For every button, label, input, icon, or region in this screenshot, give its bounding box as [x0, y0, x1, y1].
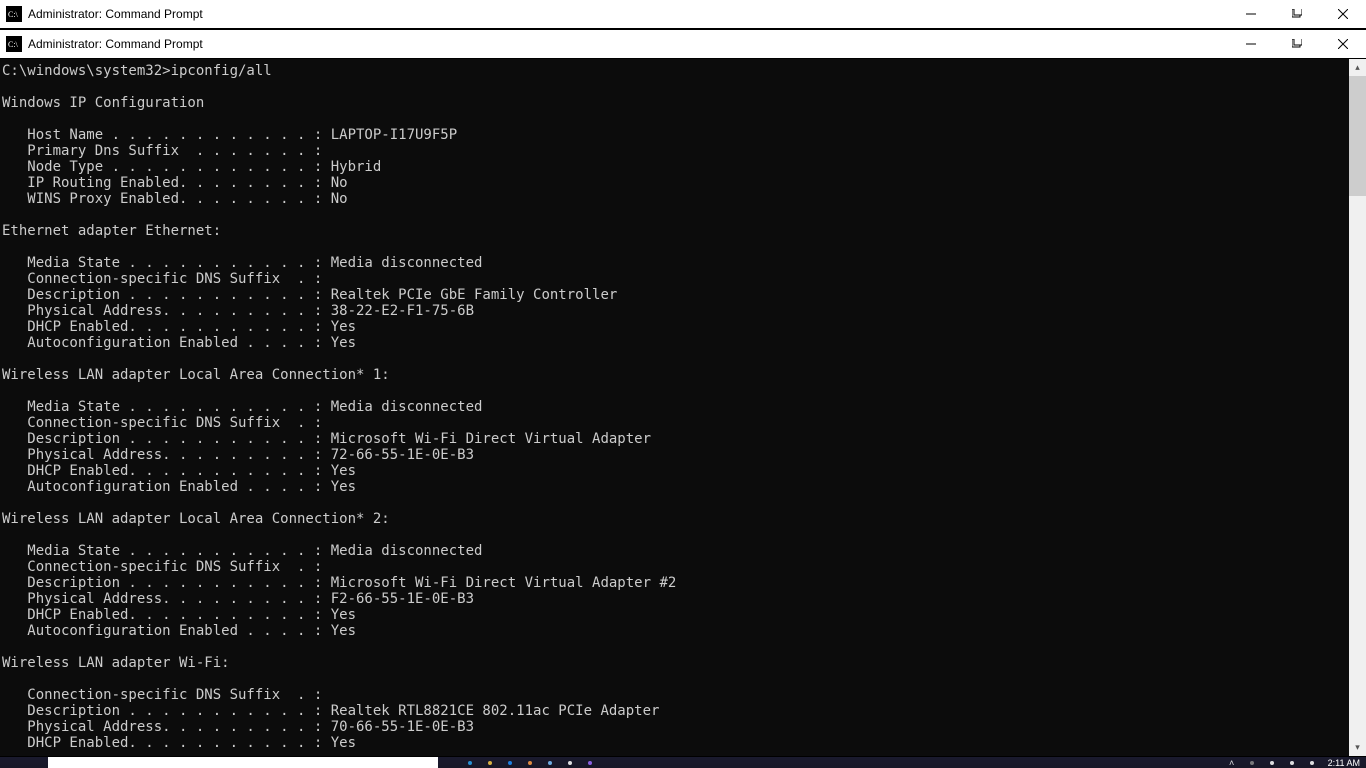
- taskbar[interactable]: ˄ 2:11 AM: [0, 757, 1366, 768]
- system-tray[interactable]: ˄ 2:11 AM: [1220, 757, 1366, 768]
- minimize-button[interactable]: [1228, 30, 1274, 58]
- cmd-app-icon: C:\: [6, 6, 22, 22]
- taskbar-app-icon[interactable]: [502, 759, 518, 767]
- tray-onedrive-icon[interactable]: [1244, 759, 1260, 767]
- inner-window-titlebar: C:\ Administrator: Command Prompt: [0, 29, 1366, 59]
- taskbar-app-icon[interactable]: [522, 759, 538, 767]
- scroll-up-arrow[interactable]: ▴: [1349, 59, 1366, 76]
- maximize-button[interactable]: [1274, 30, 1320, 58]
- minimize-button[interactable]: [1228, 0, 1274, 28]
- svg-text:C:\: C:\: [8, 40, 19, 49]
- taskbar-app-icon[interactable]: [462, 759, 478, 767]
- svg-text:C:\: C:\: [8, 10, 19, 19]
- taskbar-app-icon[interactable]: [562, 759, 578, 767]
- close-button[interactable]: [1320, 0, 1366, 28]
- tray-chevron-icon[interactable]: ˄: [1224, 759, 1240, 767]
- close-button[interactable]: [1320, 30, 1366, 58]
- outer-window-title: Administrator: Command Prompt: [28, 7, 203, 21]
- scroll-down-arrow[interactable]: ▾: [1349, 739, 1366, 756]
- scroll-thumb[interactable]: [1349, 76, 1366, 196]
- inner-window-controls: [1228, 30, 1366, 58]
- vertical-scrollbar[interactable]: ▴ ▾: [1349, 59, 1366, 756]
- taskbar-app-icon[interactable]: [482, 759, 498, 767]
- taskbar-app-icon[interactable]: [582, 759, 598, 767]
- tray-volume-icon[interactable]: [1284, 759, 1300, 767]
- cmd-app-icon: C:\: [6, 36, 22, 52]
- terminal-output[interactable]: C:\windows\system32>ipconfig/all Windows…: [0, 59, 1349, 756]
- start-button-region[interactable]: [0, 757, 48, 768]
- inner-window-title: Administrator: Command Prompt: [28, 37, 203, 51]
- outer-window-titlebar: C:\ Administrator: Command Prompt: [0, 0, 1366, 29]
- tray-battery-icon[interactable]: [1304, 759, 1320, 767]
- terminal-area: C:\windows\system32>ipconfig/all Windows…: [0, 59, 1366, 756]
- scroll-track[interactable]: [1349, 76, 1366, 739]
- taskbar-app-icon[interactable]: [542, 759, 558, 767]
- taskbar-search[interactable]: [48, 757, 438, 768]
- tray-wifi-icon[interactable]: [1264, 759, 1280, 767]
- maximize-button[interactable]: [1274, 0, 1320, 28]
- taskbar-clock[interactable]: 2:11 AM: [1328, 758, 1360, 768]
- outer-window-controls: [1228, 0, 1366, 28]
